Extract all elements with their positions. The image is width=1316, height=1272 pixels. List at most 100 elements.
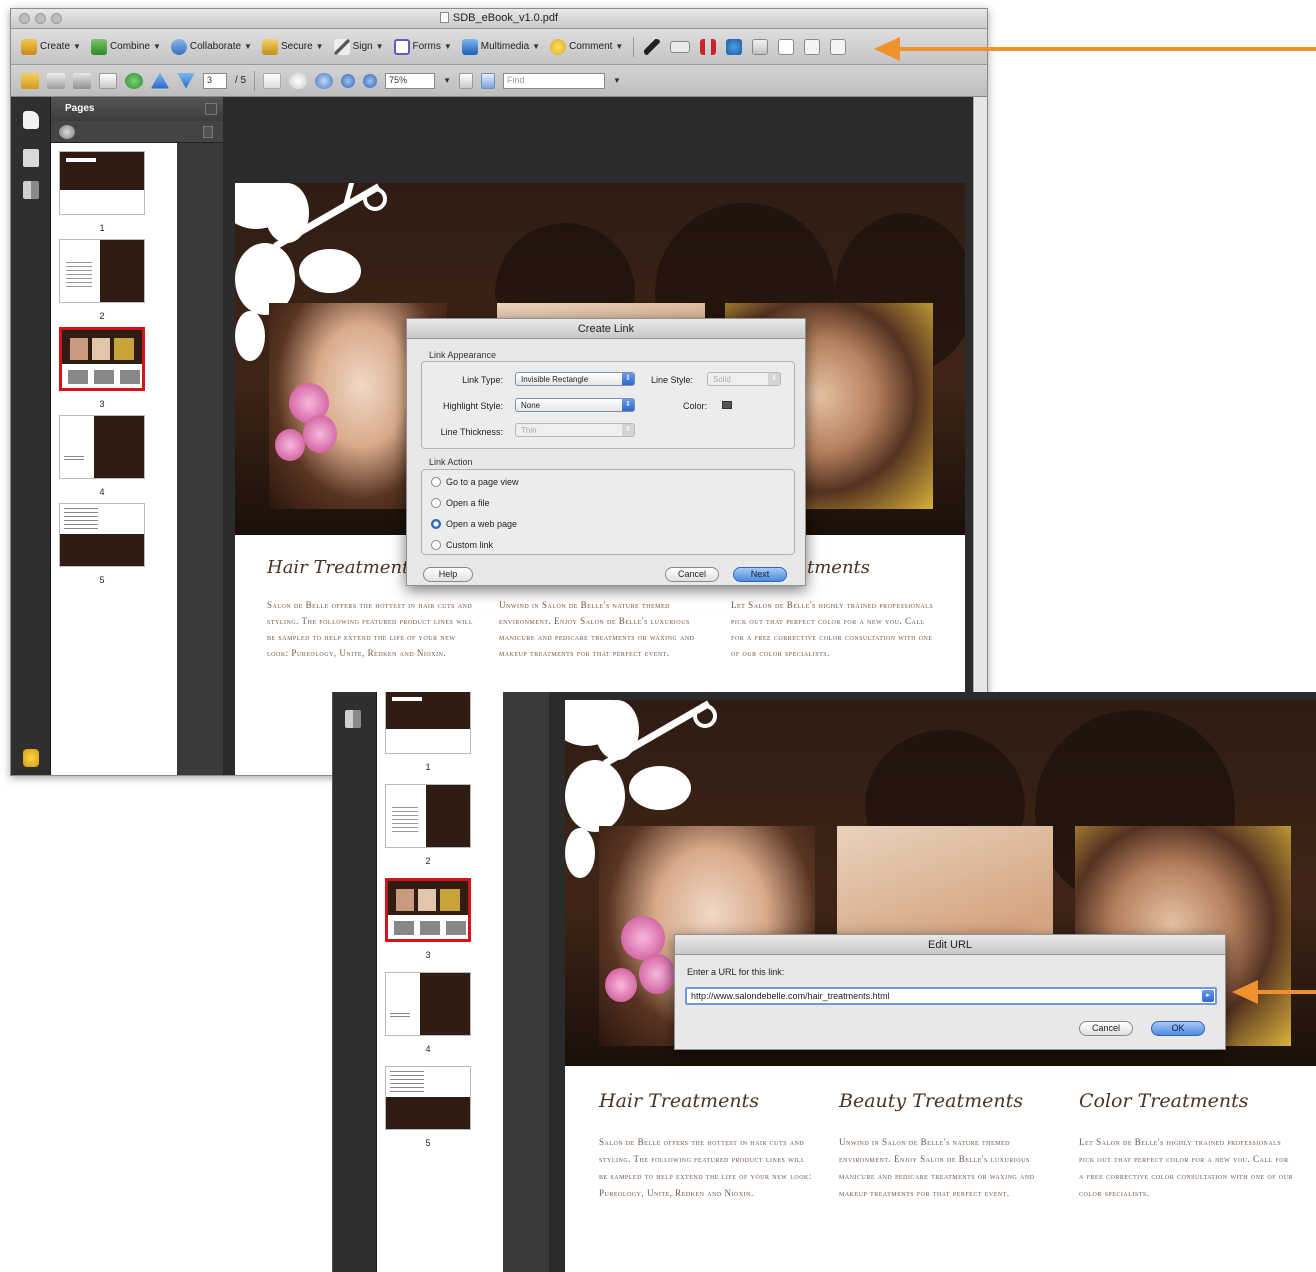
touchup-tool-icon[interactable] — [778, 38, 795, 55]
chevron-down-icon[interactable]: ▼ — [613, 76, 621, 85]
color-label: Color: — [682, 401, 707, 411]
page-thumbnail-selected[interactable]: 3 — [385, 878, 471, 960]
object-tool-icon[interactable] — [752, 38, 769, 55]
chevron-down-icon[interactable]: ▼ — [443, 76, 451, 85]
link-action-label: Link Action — [429, 457, 473, 467]
multimedia-menu-button[interactable]: Multimedia ▼ — [461, 38, 540, 55]
help-button[interactable]: Help — [423, 567, 473, 582]
page-thumbnail[interactable]: 5 — [385, 1066, 471, 1148]
chevron-down-icon: ▼ — [152, 42, 161, 51]
pages-panel-icon[interactable] — [23, 111, 39, 129]
link-tool-icon[interactable] — [700, 38, 717, 55]
signatures-panel-icon[interactable] — [23, 181, 39, 199]
page-thumbnail[interactable]: 1 — [59, 151, 145, 233]
fit-width-icon[interactable] — [481, 72, 496, 89]
url-input[interactable]: http://www.salondebelle.com/hair_treatme… — [685, 987, 1217, 1005]
text-field-tool-icon[interactable] — [670, 40, 691, 53]
page-number-input[interactable]: 3 — [203, 72, 227, 89]
beauty-treatments-heading: Beauty Treatments — [839, 1090, 1024, 1112]
comments-panel-icon[interactable] — [23, 749, 39, 767]
sign-menu-button[interactable]: Sign ▼ — [333, 38, 384, 55]
popup-arrows-icon[interactable]: ▸ — [1202, 990, 1214, 1002]
page-thumbnail-selected[interactable]: 3 — [59, 327, 145, 409]
page-thumbnail[interactable]: 5 — [59, 503, 145, 585]
page-thumbnail[interactable]: 1 — [385, 692, 471, 772]
annotation-arrow-url — [1232, 980, 1316, 1004]
color-swatch[interactable] — [722, 401, 732, 409]
chevron-down-icon: ▼ — [443, 42, 452, 51]
line-thickness-select[interactable]: Thin ⇕ — [515, 423, 635, 437]
text-select-icon[interactable] — [263, 72, 282, 89]
color-treatments-text: Let Salon de Belle's highly trained prof… — [731, 600, 934, 658]
find-input[interactable]: Find — [503, 72, 606, 89]
trash-icon[interactable] — [203, 126, 213, 138]
collaborate-menu-button[interactable]: Collaborate ▼ — [170, 38, 252, 55]
email-icon[interactable] — [99, 72, 117, 89]
ok-button[interactable]: OK — [1151, 1021, 1205, 1036]
link-type-select[interactable]: Invisible Rectangle ⇕ — [515, 372, 635, 386]
fit-page-icon[interactable] — [459, 72, 474, 89]
navigation-rail — [333, 692, 377, 1272]
pages-panel: 1 2 3 4 5 — [377, 692, 549, 1272]
select-arrow-icon[interactable] — [644, 38, 661, 55]
print-icon[interactable] — [47, 72, 65, 89]
page-thumbnail[interactable]: 2 — [385, 784, 471, 866]
next-button[interactable]: Next — [733, 567, 787, 582]
crop-tool-icon[interactable] — [726, 38, 743, 55]
combine-menu-button[interactable]: Combine ▼ — [90, 38, 161, 55]
page-thumbnail[interactable]: 2 — [59, 239, 145, 321]
open-file-radio[interactable]: Open a file — [431, 498, 490, 508]
url-prompt-label: Enter a URL for this link: — [687, 967, 785, 977]
comment-icon — [550, 38, 567, 55]
link-type-label: Link Type: — [462, 375, 503, 385]
hair-treatments-text: Salon de Belle offers the hottest in hai… — [267, 600, 474, 658]
popup-arrows-icon: ⇕ — [622, 373, 634, 385]
page-options-icon[interactable] — [59, 125, 75, 139]
pen-icon — [333, 38, 350, 55]
cancel-button[interactable]: Cancel — [665, 567, 719, 582]
pages-panel-title: Pages — [65, 103, 95, 114]
next-page-icon[interactable] — [177, 72, 195, 89]
lock-icon — [261, 38, 278, 55]
comment-menu-button[interactable]: Comment ▼ — [550, 38, 623, 55]
zoom-level-input[interactable]: 75% — [385, 72, 436, 89]
collaborate-icon — [170, 38, 187, 55]
color-treatments-text: Let Salon de Belle's highly trained prof… — [1079, 1137, 1293, 1198]
pages-panel: Pages 1 2 3 4 5 — [51, 97, 223, 775]
page-thumbnail[interactable]: 4 — [59, 415, 145, 497]
page-thumbnail[interactable]: 4 — [385, 972, 471, 1054]
cancel-button[interactable]: Cancel — [1079, 1021, 1133, 1036]
forms-menu-button[interactable]: Forms ▼ — [393, 38, 452, 55]
bookmarks-panel-icon[interactable] — [23, 149, 39, 167]
pages-panel-header: Pages — [51, 97, 223, 121]
go-to-page-view-radio[interactable]: Go to a page view — [431, 477, 519, 487]
custom-link-radio[interactable]: Custom link — [431, 540, 493, 550]
vertical-scrollbar[interactable] — [973, 97, 987, 775]
highlight-style-select[interactable]: None ⇕ — [515, 398, 635, 412]
chevron-down-icon: ▼ — [73, 42, 81, 51]
previous-page-icon[interactable] — [151, 72, 169, 89]
share-icon[interactable] — [125, 72, 143, 89]
chevron-down-icon: ▼ — [315, 42, 324, 51]
zoom-marquee-icon[interactable] — [315, 72, 334, 89]
hand-tool-icon[interactable] — [289, 72, 308, 89]
pages-panel-toolbar — [51, 121, 223, 143]
multimedia-icon — [461, 38, 478, 55]
forms-icon — [393, 38, 410, 55]
secure-menu-button[interactable]: Secure ▼ — [261, 38, 324, 55]
image-tool-icon[interactable] — [804, 38, 821, 55]
panel-options-icon[interactable] — [205, 103, 217, 115]
signatures-panel-icon[interactable] — [345, 710, 361, 728]
zoom-out-icon[interactable] — [341, 73, 356, 88]
create-menu-button[interactable]: Create ▼ — [21, 38, 81, 55]
tasks-toolbar: Create ▼ Combine ▼ Collaborate ▼ Secure ▼ Si… — [11, 29, 987, 65]
edit-tool-icon[interactable] — [830, 38, 847, 55]
open-folder-icon[interactable] — [21, 72, 39, 89]
line-style-select[interactable]: Solid ⇕ — [707, 372, 781, 386]
link-appearance-label: Link Appearance — [429, 350, 497, 360]
save-icon[interactable] — [73, 72, 91, 89]
zoom-in-icon[interactable] — [363, 73, 378, 88]
hair-treatments-heading: Hair Treatments — [599, 1090, 759, 1112]
open-web-page-radio[interactable]: Open a web page — [431, 519, 517, 529]
create-link-dialog: Create Link Link Appearance Link Type: I… — [406, 318, 806, 586]
